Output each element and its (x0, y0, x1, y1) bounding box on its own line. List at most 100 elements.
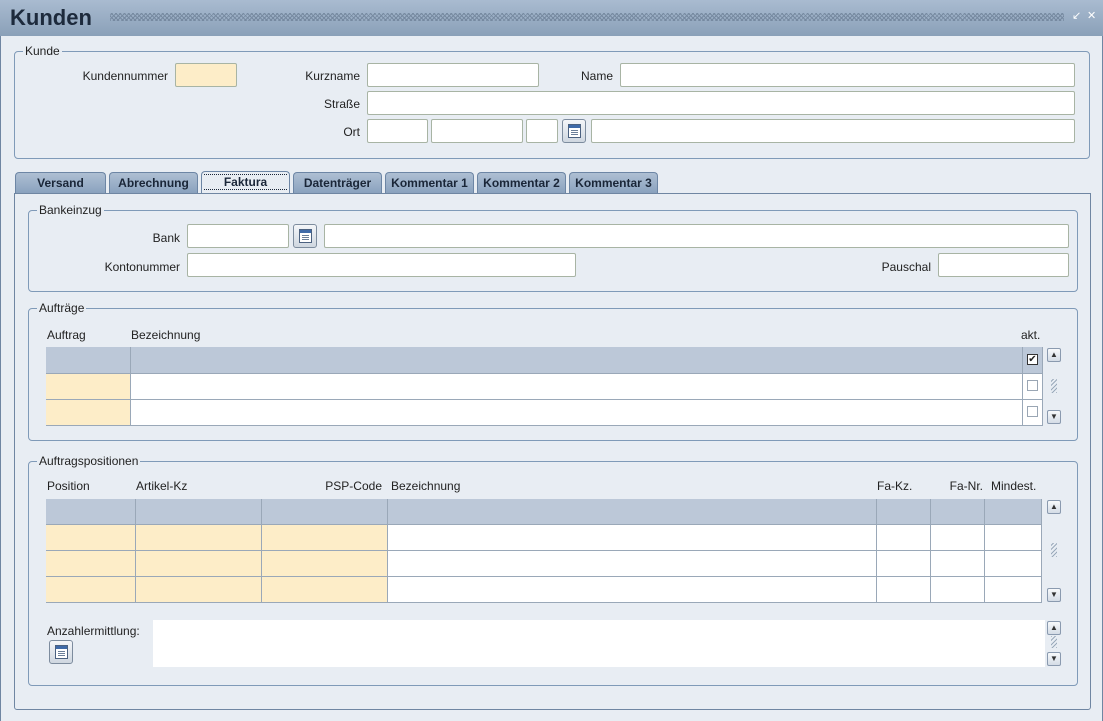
scroll-grip[interactable] (1051, 636, 1057, 648)
akt-checkbox[interactable] (1027, 380, 1038, 391)
pauschal-field[interactable] (938, 253, 1069, 277)
ort-country-field[interactable] (367, 119, 428, 143)
table-cell[interactable] (985, 551, 1042, 577)
table-row[interactable] (46, 525, 136, 551)
col-position: Position (47, 479, 90, 493)
table-cell[interactable] (131, 347, 1023, 374)
auftraege-scrollbar[interactable]: ▲ ▼ (1047, 347, 1061, 426)
close-icon[interactable]: ✕ (1087, 10, 1096, 22)
table-cell[interactable] (131, 400, 1023, 426)
anzahlermittlung-scrollbar[interactable]: ▲ ▼ (1047, 620, 1061, 667)
col-auftrag: Auftrag (47, 328, 86, 342)
calendar-icon (299, 229, 312, 243)
table-cell[interactable] (877, 499, 931, 525)
scroll-up-icon[interactable]: ▲ (1047, 621, 1061, 635)
title-bar: Kunden ↙ ✕ (0, 0, 1103, 36)
tab-kommentar-3[interactable]: Kommentar 3 (569, 172, 658, 193)
scroll-grip[interactable] (1051, 543, 1057, 557)
table-cell[interactable] (931, 577, 985, 603)
anzahlermittlung-button[interactable] (49, 640, 73, 664)
table-cell[interactable] (388, 499, 877, 525)
table-row[interactable] (46, 374, 131, 400)
name-label: Name (580, 69, 613, 83)
col-fa-kz: Fa-Kz. (877, 479, 913, 493)
table-cell[interactable] (931, 499, 985, 525)
bank-label: Bank (152, 231, 180, 245)
strasse-label: Straße (323, 97, 360, 111)
tab-versand[interactable]: Versand (15, 172, 106, 193)
strasse-field[interactable] (367, 91, 1075, 115)
table-cell[interactable] (985, 577, 1042, 603)
table-cell[interactable] (388, 551, 877, 577)
scroll-up-icon[interactable]: ▲ (1047, 500, 1061, 514)
table-cell[interactable] (931, 551, 985, 577)
table-cell[interactable] (136, 551, 262, 577)
scroll-down-icon[interactable]: ▼ (1047, 588, 1061, 602)
table-cell[interactable] (388, 525, 877, 551)
tab-faktura-label: Faktura (203, 174, 288, 190)
table-row[interactable] (46, 577, 136, 603)
scroll-down-icon[interactable]: ▼ (1047, 410, 1061, 424)
anzahlermittlung-label: Anzahlermittlung: (47, 624, 140, 638)
auftragspositionen-scrollbar[interactable]: ▲ ▼ (1047, 499, 1061, 603)
akt-checkbox[interactable]: ✔ (1027, 354, 1038, 365)
kundennummer-field[interactable] (175, 63, 237, 87)
col-akt: akt. (1021, 328, 1041, 342)
ort-label: Ort (343, 125, 360, 139)
col-bezeichnung: Bezeichnung (391, 479, 461, 493)
table-row[interactable] (46, 499, 136, 525)
name-field[interactable] (620, 63, 1075, 87)
table-row[interactable] (46, 347, 131, 374)
ort-extra-field[interactable] (526, 119, 558, 143)
table-cell[interactable] (131, 374, 1023, 400)
anzahlermittlung-textarea[interactable] (153, 620, 1045, 667)
auftragspositionen-legend: Auftragspositionen (37, 454, 141, 468)
table-row[interactable] (46, 551, 136, 577)
scroll-grip[interactable] (1051, 379, 1057, 393)
minimize-icon[interactable]: ↙ (1072, 10, 1081, 22)
kunde-legend: Kunde (23, 44, 62, 58)
table-cell[interactable] (388, 577, 877, 603)
bank-lookup-button[interactable] (293, 224, 317, 248)
ort-postcode-field[interactable] (431, 119, 523, 143)
ort-name-field[interactable] (591, 119, 1075, 143)
table-cell[interactable] (877, 551, 931, 577)
table-cell[interactable] (136, 577, 262, 603)
bank-name-field[interactable] (324, 224, 1069, 248)
akt-checkbox[interactable] (1027, 406, 1038, 417)
calendar-icon (568, 124, 581, 138)
title-bar-grip[interactable] (110, 13, 1064, 21)
table-cell[interactable] (985, 525, 1042, 551)
kontonummer-field[interactable] (187, 253, 576, 277)
table-cell[interactable] (877, 525, 931, 551)
tab-kommentar-1[interactable]: Kommentar 1 (385, 172, 474, 193)
tab-kommentar-2[interactable]: Kommentar 2 (477, 172, 566, 193)
kurzname-label: Kurzname (305, 69, 360, 83)
ort-lookup-button[interactable] (562, 119, 586, 143)
auftraege-legend: Aufträge (37, 301, 87, 315)
kundennummer-label: Kundennummer (82, 69, 168, 83)
kurzname-field[interactable] (367, 63, 539, 87)
table-cell[interactable] (262, 551, 388, 577)
table-cell[interactable] (262, 499, 388, 525)
tab-faktura[interactable]: Faktura (201, 171, 290, 194)
table-cell[interactable] (262, 525, 388, 551)
pauschal-label: Pauschal (881, 260, 931, 274)
table-cell[interactable] (931, 525, 985, 551)
col-mindest: Mindest. (991, 479, 1037, 493)
table-row[interactable] (46, 400, 131, 426)
bank-field[interactable] (187, 224, 289, 248)
table-cell[interactable] (877, 577, 931, 603)
col-artikel-kz: Artikel-Kz (136, 479, 188, 493)
table-cell[interactable] (136, 499, 262, 525)
tab-datentraeger[interactable]: Datenträger (293, 172, 382, 193)
col-bezeichnung: Bezeichnung (131, 328, 201, 342)
tab-abrechnung[interactable]: Abrechnung (109, 172, 198, 193)
table-cell[interactable] (136, 525, 262, 551)
col-psp-code: PSP-Code (325, 479, 382, 493)
scroll-down-icon[interactable]: ▼ (1047, 652, 1061, 666)
scroll-up-icon[interactable]: ▲ (1047, 348, 1061, 362)
table-cell[interactable] (985, 499, 1042, 525)
table-cell[interactable] (262, 577, 388, 603)
col-fa-nr: Fa-Nr. (949, 479, 983, 493)
